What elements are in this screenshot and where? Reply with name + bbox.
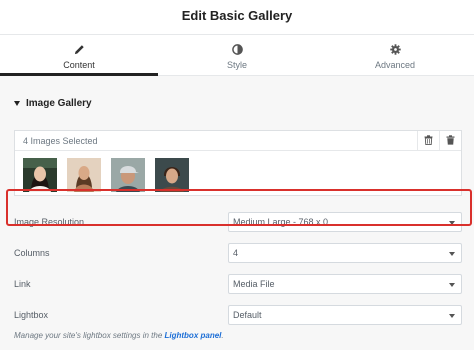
tab-content[interactable]: Content: [0, 35, 158, 76]
columns-select[interactable]: 4: [228, 243, 462, 263]
tab-bar: Content Style Advanced: [0, 34, 474, 76]
field-link: Link Media File: [14, 274, 462, 294]
delete-all-button[interactable]: [439, 131, 461, 151]
image-resolution-select[interactable]: Medium Large - 768 x 0: [228, 212, 462, 232]
field-columns: Columns 4: [14, 243, 462, 263]
caret-down-icon: [449, 221, 455, 225]
trash-icon: [424, 132, 433, 150]
thumbnail[interactable]: [23, 158, 57, 192]
gallery-actions: [417, 131, 461, 151]
thumbnail[interactable]: [111, 158, 145, 192]
tab-style[interactable]: Style: [158, 35, 316, 75]
caret-down-icon: [449, 314, 455, 318]
select-value: 4: [233, 248, 239, 258]
tab-advanced-label: Advanced: [374, 60, 416, 70]
field-lightbox: Lightbox Default: [14, 305, 462, 325]
tab-advanced[interactable]: Advanced: [316, 35, 474, 75]
note-text: Manage your site's lightbox settings in …: [14, 331, 165, 340]
field-label: Link: [14, 279, 31, 289]
delete-all-icon: [446, 132, 455, 150]
lightbox-select[interactable]: Default: [228, 305, 462, 325]
lightbox-note: Manage your site's lightbox settings in …: [14, 331, 224, 340]
section-toggle[interactable]: Image Gallery: [14, 98, 92, 109]
panel-content: Image Gallery 4 Images Selected Image Re…: [0, 76, 474, 350]
select-value: Default: [233, 310, 262, 320]
thumbnail[interactable]: [67, 158, 101, 192]
field-label: Image Resolution: [14, 217, 85, 227]
gallery-header: 4 Images Selected: [15, 131, 461, 151]
tab-content-label: Content: [63, 60, 95, 70]
contrast-icon: [231, 43, 243, 55]
pencil-icon: [73, 43, 85, 55]
lightbox-panel-link[interactable]: Lightbox panel: [165, 331, 222, 340]
section-title: Image Gallery: [26, 98, 92, 109]
gallery-count: 4 Images Selected: [23, 136, 98, 146]
tab-style-label: Style: [226, 60, 247, 70]
field-label: Lightbox: [14, 310, 49, 320]
gallery-control[interactable]: 4 Images Selected: [14, 130, 462, 196]
panel-header: Edit Basic Gallery: [0, 0, 474, 34]
caret-down-icon: [449, 252, 455, 256]
panel-title: Edit Basic Gallery: [181, 8, 293, 23]
caret-down-icon: [449, 283, 455, 287]
link-select[interactable]: Media File: [228, 274, 462, 294]
select-value: Media File: [233, 279, 275, 289]
field-label: Columns: [14, 248, 50, 258]
thumbnail-list: [23, 158, 189, 192]
thumbnail[interactable]: [155, 158, 189, 192]
gear-icon: [389, 43, 401, 55]
caret-down-icon: [14, 101, 20, 106]
trash-button[interactable]: [417, 131, 439, 151]
select-value: Medium Large - 768 x 0: [233, 217, 329, 227]
note-suffix: .: [221, 331, 224, 340]
field-image-resolution: Image Resolution Medium Large - 768 x 0: [14, 212, 462, 232]
